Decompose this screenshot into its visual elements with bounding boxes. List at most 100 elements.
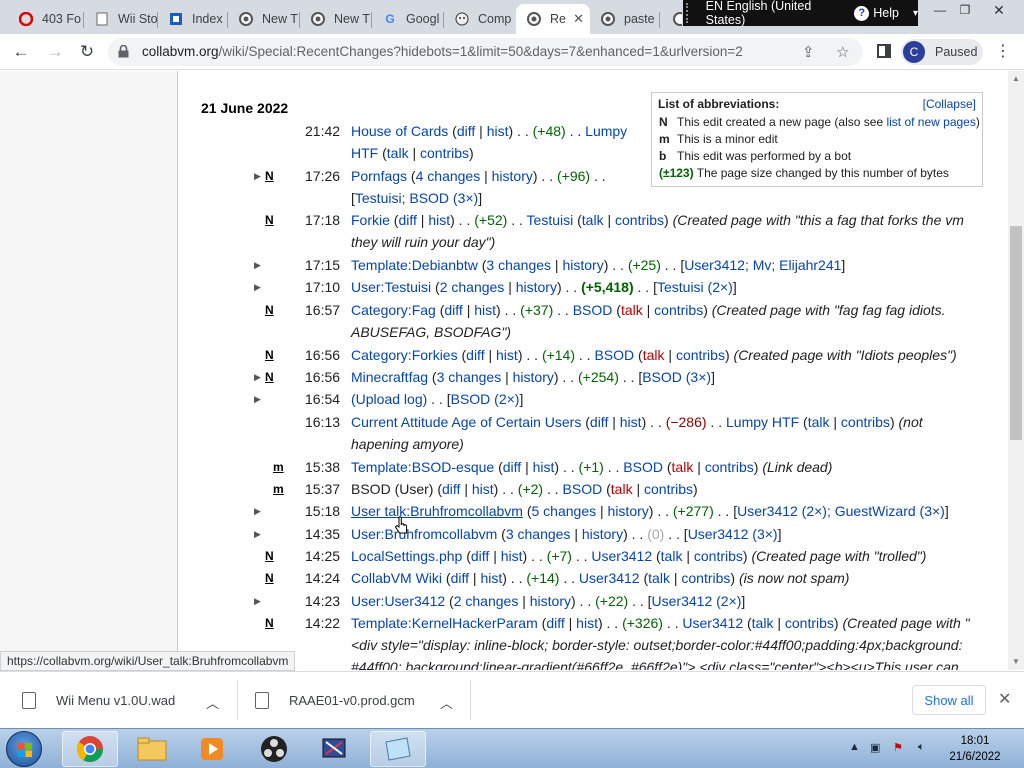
changes-link[interactable]: 2 changes [440,279,505,295]
changes-link[interactable]: 2 changes [454,593,519,609]
hist-link[interactable]: hist [496,347,518,363]
diff-link[interactable]: diff [466,347,484,363]
scrollbar[interactable]: ▲ ▼ [1008,71,1024,670]
contribs-link[interactable]: contribs [841,414,890,430]
diff-link[interactable]: diff [457,123,475,139]
chevron-up-icon[interactable]: ︿ [206,693,219,712]
contribs-link[interactable]: contribs [694,548,743,564]
user-link[interactable]: User3412 [682,615,743,631]
expand-arrow-icon[interactable]: ▶ [254,590,261,612]
chrome-taskbar-button[interactable] [62,731,118,767]
obs-taskbar-button[interactable] [246,731,302,767]
expand-arrow-icon[interactable]: ▶ [254,165,261,187]
contribs-link[interactable]: contribs [681,570,730,586]
notepad-taskbar-button[interactable] [370,731,426,767]
contribs-link[interactable]: contribs [644,481,693,497]
user-link[interactable]: BSOD [573,302,613,318]
expand-arrow-icon[interactable]: ▶ [254,500,261,522]
hist-link[interactable]: hist [474,302,496,318]
flag-icon[interactable]: ⚑ [893,741,903,754]
hist-link[interactable]: hist [472,481,494,497]
user-list[interactable]: Testuisi; BSOD (3×) [355,190,478,206]
page-title-link[interactable]: Category:Fag [351,302,436,318]
user-list[interactable]: User3412 (2×); GuestWizard (3×) [737,503,945,519]
page-title-link[interactable]: Template:KernelHackerParam [351,615,538,631]
diff-link[interactable]: diff [442,481,460,497]
expand-arrow-icon[interactable]: ▶ [254,254,261,276]
network-icon[interactable]: ▣ [870,741,880,754]
page-title-link[interactable]: BSOD (User) [351,481,433,497]
changes-link[interactable]: 5 changes [532,503,597,519]
talk-link[interactable]: talk [643,347,665,363]
expand-arrow-icon[interactable]: ▶ [254,523,261,545]
app-taskbar-button[interactable] [306,731,362,767]
talk-link[interactable]: talk [648,570,670,586]
show-all-button[interactable]: Show all [912,685,986,715]
diff-link[interactable]: diff [451,570,469,586]
talk-link[interactable]: talk [611,481,633,497]
page-title-link[interactable]: User talk:Bruhfromcollabvm [351,503,523,519]
talk-link[interactable]: talk [808,414,830,430]
diff-link[interactable]: diff [546,615,564,631]
user-list[interactable]: User3412 (3×) [688,526,778,542]
history-link[interactable]: history [530,593,571,609]
user-list[interactable]: BSOD (2×) [451,391,520,407]
talk-link[interactable]: talk [621,302,643,318]
changes-link[interactable]: 3 changes [506,526,571,542]
talk-link[interactable]: talk [752,615,774,631]
download-item[interactable]: Wii Menu v1.0U.wad [22,672,175,728]
page-title-link[interactable]: User:User3412 [351,593,445,609]
user-link[interactable]: User3412 [591,548,652,564]
page-title-link[interactable]: Forkie [351,212,390,228]
page-title-link[interactable]: Category:Forkies [351,347,458,363]
page-title-link[interactable]: (Upload log) [351,391,427,407]
contribs-link[interactable]: contribs [705,459,754,475]
talk-link[interactable]: talk [387,145,409,161]
user-link[interactable]: BSOD [623,459,663,475]
show-hidden-icons-icon[interactable]: ▲ [849,741,860,753]
contribs-link[interactable]: contribs [654,302,703,318]
user-list[interactable]: User3412; Mv; Elijahr241 [684,257,841,273]
user-link[interactable]: BSOD [594,347,634,363]
user-link[interactable]: Lumpy HTF [726,414,799,430]
page-title-link[interactable]: House of Cards [351,123,448,139]
media-player-taskbar-button[interactable] [184,731,240,767]
expand-arrow-icon[interactable]: ▶ [254,366,261,388]
explorer-taskbar-button[interactable] [124,731,180,767]
page-title-link[interactable]: Template:Debianbtw [351,257,478,273]
page-title-link[interactable]: User:Bruhfromcollabvm [351,526,497,542]
hist-link[interactable]: hist [620,414,642,430]
hist-link[interactable]: hist [487,123,509,139]
scroll-up-icon[interactable]: ▲ [1012,74,1020,83]
chevron-up-icon[interactable]: ︿ [440,693,453,712]
user-list[interactable]: User3412 (2×) [652,593,742,609]
page-title-link[interactable]: Current Attitude Age of Certain Users [351,414,581,430]
diff-link[interactable]: diff [503,459,521,475]
changes-link[interactable]: 3 changes [486,257,551,273]
hist-link[interactable]: hist [576,615,598,631]
page-title-link[interactable]: Minecraftfag [351,369,428,385]
history-link[interactable]: history [492,168,533,184]
hist-link[interactable]: hist [428,212,450,228]
diff-link[interactable]: diff [590,414,608,430]
history-link[interactable]: history [513,369,554,385]
diff-link[interactable]: diff [398,212,416,228]
page-title-link[interactable]: CollabVM Wiki [351,570,442,586]
history-link[interactable]: history [608,503,649,519]
diff-link[interactable]: diff [444,302,462,318]
page-title-link[interactable]: User:Testuisi [351,279,431,295]
diff-link[interactable]: diff [471,548,489,564]
page-title-link[interactable]: LocalSettings.php [351,548,462,564]
page-title-link[interactable]: Pornfags [351,168,407,184]
changes-link[interactable]: 4 changes [416,168,481,184]
user-link[interactable]: User3412 [579,570,640,586]
user-list[interactable]: Testuisi (2×) [657,279,733,295]
clock[interactable]: 18:01 21/6/2022 [940,733,1010,765]
start-button[interactable] [6,731,42,767]
changes-link[interactable]: 3 changes [437,369,502,385]
hist-link[interactable]: hist [533,459,555,475]
contribs-link[interactable]: contribs [676,347,725,363]
download-item[interactable]: RAAE01-v0.prod.gcm [255,672,415,728]
history-link[interactable]: history [516,279,557,295]
talk-link[interactable]: talk [672,459,694,475]
